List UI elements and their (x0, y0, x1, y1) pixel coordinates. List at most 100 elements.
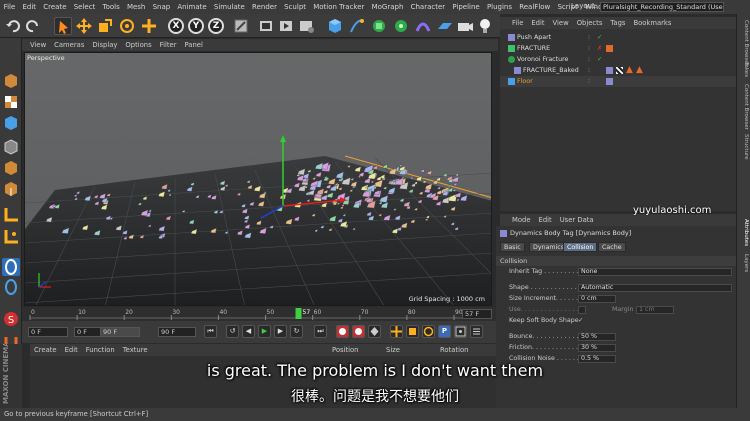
select-tool-icon[interactable] (54, 17, 72, 35)
inherit-tag-select[interactable]: None (578, 268, 732, 276)
timeline-ruler[interactable]: 0 10 20 30 40 50 60 70 80 90 57 57 F (22, 307, 498, 321)
tab-collision[interactable]: Collision (563, 242, 598, 252)
point-level-key-icon[interactable] (454, 325, 467, 338)
z-axis-lock-button[interactable]: Z (208, 18, 224, 34)
timeline-menu-icon[interactable] (470, 325, 483, 338)
coordinate-system-icon[interactable] (232, 17, 250, 35)
move-tool-icon[interactable] (75, 17, 93, 35)
tab-cache[interactable]: Cache (598, 242, 626, 252)
tab-attributes[interactable]: Attributes (739, 219, 749, 246)
object-menu-file[interactable]: File (508, 19, 527, 27)
light-icon[interactable] (476, 17, 494, 35)
scale-tool-icon[interactable] (96, 17, 114, 35)
polygons-mode-icon[interactable] (2, 180, 20, 198)
current-frame-field[interactable]: 57 F (462, 309, 492, 319)
menu-animate[interactable]: Animate (174, 3, 211, 11)
tab-structure[interactable]: Structure (739, 134, 749, 160)
camera-icon[interactable] (456, 17, 474, 35)
menu-select[interactable]: Select (70, 3, 99, 11)
go-to-end-icon[interactable]: ⏭ (314, 325, 327, 338)
visibility-dots[interactable]: ⁝ (588, 54, 590, 65)
material-menu-texture[interactable]: Texture (119, 346, 152, 354)
cube-icon[interactable] (326, 17, 344, 35)
viewport-menu-panel[interactable]: Panel (181, 41, 207, 49)
enabled-check-icon[interactable]: ✓ (597, 54, 602, 65)
play-icon[interactable]: ▶ (258, 325, 271, 338)
menu-sculpt[interactable]: Sculpt (281, 3, 310, 11)
record-active-icon[interactable] (336, 325, 349, 338)
disabled-x-icon[interactable]: ✗ (597, 43, 602, 54)
previous-frame-icon[interactable]: ◀ (242, 325, 255, 338)
menu-plugins[interactable]: Plugins (483, 3, 515, 11)
object-row-fracture-baked[interactable]: FRACTURE_Baked ⁝ ▲ ▲ (500, 65, 736, 76)
material-menu-edit[interactable]: Edit (61, 346, 82, 354)
rotate-tool-icon[interactable] (118, 17, 136, 35)
checker-tag-icon[interactable] (616, 67, 623, 74)
tab-layers[interactable]: Layers (739, 254, 749, 272)
object-menu-view[interactable]: View (549, 19, 573, 27)
object-row-fracture[interactable]: FRACTURE ⁝ ✗ (500, 43, 736, 54)
autokey-icon[interactable] (352, 325, 365, 338)
object-menu-tags[interactable]: Tags (606, 19, 629, 27)
viewport-menu-options[interactable]: Options (121, 41, 155, 49)
menu-mesh[interactable]: Mesh (123, 3, 149, 11)
size-increment-field[interactable]: 0 cm (578, 295, 616, 303)
floor-icon[interactable] (436, 17, 454, 35)
visibility-dots[interactable]: ⁝ (588, 76, 590, 87)
subdivision-surface-icon[interactable] (370, 17, 388, 35)
texture-mode-icon[interactable] (2, 93, 20, 111)
redo-icon[interactable] (24, 17, 42, 35)
shape-select[interactable]: Automatic (578, 284, 732, 292)
viewport-solo-icon[interactable] (2, 258, 20, 276)
keep-soft-body-shape-check[interactable]: ✓ (578, 316, 583, 326)
layout-select[interactable]: Pluralsight_Recording_Standard (User) (600, 2, 724, 12)
visibility-dots[interactable]: ⁝ (588, 43, 590, 54)
undo-icon[interactable] (4, 17, 22, 35)
menu-snap[interactable]: Snap (149, 3, 174, 11)
menu-motion-tracker[interactable]: Motion Tracker (310, 3, 368, 11)
object-menu-bookmarks[interactable]: Bookmarks (629, 19, 675, 27)
next-frame-icon[interactable]: ▶ (274, 325, 287, 338)
attribute-menu-user-data[interactable]: User Data (556, 216, 598, 224)
object-menu-edit[interactable]: Edit (527, 19, 548, 27)
y-axis-lock-button[interactable]: Y (188, 18, 204, 34)
render-view-icon[interactable] (258, 17, 276, 35)
scale-key-icon[interactable] (406, 325, 419, 338)
parameter-key-icon[interactable]: P (438, 325, 451, 338)
viewport-menu-filter[interactable]: Filter (156, 41, 181, 49)
deformer-icon[interactable] (414, 17, 432, 35)
friction-field[interactable]: 30 % (578, 344, 616, 352)
rotation-key-icon[interactable] (422, 325, 435, 338)
menu-realflow[interactable]: RealFlow (516, 3, 554, 11)
snapping-icon[interactable]: S (2, 310, 20, 328)
spline-pen-icon[interactable] (348, 17, 366, 35)
visibility-dots[interactable]: ⁝ (588, 32, 590, 43)
menu-create[interactable]: Create (40, 3, 70, 11)
warning-tag-icon[interactable]: ▲ (636, 65, 643, 76)
edges-mode-icon[interactable] (2, 159, 20, 177)
viewport-menu-cameras[interactable]: Cameras (50, 41, 88, 49)
enable-axis-icon[interactable] (2, 278, 20, 296)
menu-edit[interactable]: Edit (19, 3, 40, 11)
tag-icon[interactable] (606, 45, 613, 52)
next-keyframe-icon[interactable]: ↻ (290, 325, 303, 338)
attribute-menu-edit[interactable]: Edit (535, 216, 556, 224)
recent-tool-icon[interactable] (140, 17, 158, 35)
menu-tools[interactable]: Tools (99, 3, 123, 11)
object-row-floor[interactable]: Floor ⁝ (500, 76, 736, 87)
tab-basic[interactable]: Basic (500, 242, 525, 252)
object-manager[interactable]: Push Apart ⁝ ✓ FRACTURE ⁝ ✗ Voronoi Frac… (500, 29, 736, 211)
menu-character[interactable]: Character (407, 3, 449, 11)
start-frame-field[interactable]: 0 F (28, 327, 68, 337)
material-menu-create[interactable]: Create (30, 346, 61, 354)
tweak-mode-icon[interactable] (2, 228, 20, 246)
array-icon[interactable] (392, 17, 410, 35)
visibility-dots[interactable]: ⁝ (588, 65, 590, 76)
object-row-voronoi-fracture[interactable]: Voronoi Fracture ⁝ ✓ (500, 54, 736, 65)
keyframe-selection-icon[interactable] (368, 325, 381, 338)
make-editable-icon[interactable] (2, 72, 20, 90)
material-menu-function[interactable]: Function (82, 346, 119, 354)
preview-range-slider[interactable]: 90 F (100, 327, 140, 337)
menu-mograph[interactable]: MoGraph (368, 3, 407, 11)
axis-mode-icon[interactable] (2, 206, 20, 224)
